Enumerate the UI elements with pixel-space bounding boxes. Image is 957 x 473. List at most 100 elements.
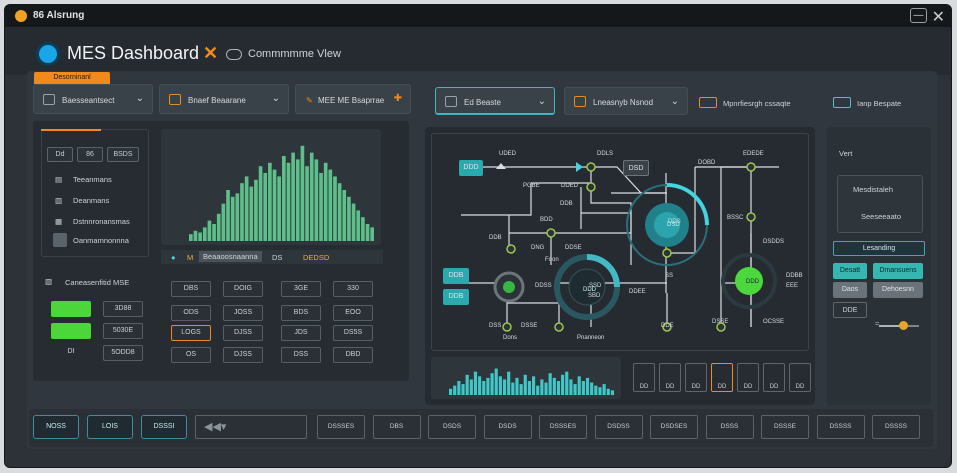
preview-cell[interactable]: DD bbox=[789, 363, 811, 392]
chart-bar bbox=[527, 381, 531, 395]
footer-button[interactable]: DBS bbox=[372, 415, 421, 439]
wrench-icon: ✎ bbox=[306, 96, 313, 105]
process-diagram bbox=[461, 162, 779, 332]
preview-cell[interactable]: DD bbox=[763, 363, 785, 392]
grid-cell: EOO bbox=[333, 305, 373, 321]
chip-2[interactable]: 86 bbox=[77, 147, 103, 162]
toolbar-label-6[interactable]: Mpnrfiesrgh cssaqte bbox=[723, 99, 791, 108]
legend-m: M bbox=[187, 253, 194, 262]
green-status-1[interactable] bbox=[51, 301, 91, 317]
footer-button[interactable]: DSDS bbox=[483, 415, 532, 439]
close-tab-icon[interactable]: ✕ bbox=[203, 43, 218, 64]
action-button-1[interactable]: Desatt bbox=[833, 263, 867, 279]
footer-button[interactable]: DSSSES bbox=[317, 415, 365, 439]
dropdown-5-label: Lneasnyb Nsnod bbox=[593, 98, 654, 107]
action-button-4[interactable]: Dehoesnn bbox=[873, 282, 923, 298]
chart-bar bbox=[226, 190, 230, 241]
table-cell: 3D88 bbox=[103, 301, 143, 317]
dropdown-1[interactable]: Baesseantsect ⌄ bbox=[33, 84, 153, 114]
monitor-icon bbox=[699, 97, 717, 108]
preview-cell[interactable]: DD bbox=[685, 363, 707, 392]
dropdown-2[interactable]: Bnaef Beaarane ⌄ bbox=[159, 84, 289, 114]
chart-bar bbox=[561, 374, 565, 395]
preview-cell[interactable]: DD bbox=[711, 363, 733, 392]
chart-bar bbox=[361, 217, 365, 241]
node-label: OCSSE bbox=[763, 319, 785, 325]
grid-cell: DJSS bbox=[223, 347, 263, 363]
footer-button[interactable]: DSDSS bbox=[594, 415, 643, 439]
chart-bar bbox=[221, 203, 226, 241]
chart-bar bbox=[309, 152, 314, 241]
slider-knob[interactable] bbox=[899, 321, 908, 330]
chevron-down-icon: ⌄ bbox=[537, 96, 546, 107]
node-label: UDED bbox=[499, 151, 517, 157]
footer-button[interactable]: LOIS bbox=[87, 415, 133, 439]
diag-node-b[interactable]: DDB bbox=[443, 289, 469, 305]
chart-bar bbox=[606, 388, 610, 395]
menu-icon: ▦ bbox=[55, 217, 63, 226]
footer-button[interactable]: DSSSES bbox=[539, 415, 587, 439]
toolbar-label-7[interactable]: Ianp Bespate bbox=[857, 99, 901, 108]
grid-icon bbox=[43, 94, 55, 105]
close-button[interactable]: ✕ bbox=[932, 7, 945, 27]
chip-1[interactable]: Dd bbox=[47, 147, 73, 162]
chart-bar bbox=[230, 196, 235, 241]
app-logo-icon bbox=[15, 10, 27, 22]
action-button-5[interactable]: DDE bbox=[833, 302, 867, 318]
menu-item-1[interactable]: Teeanmans bbox=[73, 175, 112, 184]
chip-3[interactable]: BSDS bbox=[107, 147, 139, 162]
window-title: 86 Alsrung bbox=[33, 10, 85, 21]
dropdown-3[interactable]: ✎ MEE ME Bsaprrae ✚ bbox=[295, 84, 411, 114]
chart-bar bbox=[263, 173, 268, 241]
grid-cell: DBD bbox=[333, 347, 373, 363]
menu-icon: ▤ bbox=[55, 175, 63, 184]
action-button-3[interactable]: Daos bbox=[833, 282, 867, 298]
chart-bar bbox=[502, 379, 507, 395]
footer-button[interactable]: NOSS bbox=[33, 415, 79, 439]
chart-bar bbox=[532, 376, 536, 395]
footer-button[interactable]: DSSSS bbox=[872, 415, 920, 439]
menu-item-4[interactable]: Oanmamnonnna bbox=[73, 236, 129, 245]
footer-button[interactable]: DSDSES bbox=[650, 415, 698, 439]
chart-bar bbox=[295, 159, 300, 241]
node-label: SBD bbox=[588, 293, 601, 299]
footer-button[interactable]: DSSS bbox=[705, 415, 754, 439]
chart-bar bbox=[490, 373, 494, 395]
menu-item-3[interactable]: Dstnnronansmas bbox=[73, 217, 130, 226]
grid-cell: 330 bbox=[333, 281, 373, 297]
tab-active[interactable]: Lesanding bbox=[833, 241, 925, 256]
slider-track[interactable] bbox=[879, 321, 919, 330]
diag-node-top[interactable]: DSD bbox=[623, 160, 649, 176]
dropdown-5[interactable]: Lneasnyb Nsnod ⌄ bbox=[564, 87, 688, 115]
node-label: DSSE bbox=[712, 319, 729, 325]
chart-bar bbox=[552, 377, 556, 395]
node-label: EDEDE bbox=[743, 151, 764, 157]
dropdown-4-label: Ed Beaste bbox=[464, 98, 501, 107]
node-label: DDLS bbox=[597, 151, 614, 157]
dropdown-4[interactable]: Ed Beaste ⌄ bbox=[435, 87, 555, 115]
chart-bar bbox=[323, 162, 328, 241]
media-controls[interactable]: ◀◀▾ bbox=[195, 415, 307, 439]
title-bar: 86 Alsrung — ✕ bbox=[5, 5, 951, 27]
preview-cell[interactable]: DD bbox=[633, 363, 655, 392]
diag-node-a[interactable]: DDB bbox=[443, 268, 469, 284]
footer-button[interactable]: DSSSE bbox=[761, 415, 809, 439]
menu-item-2[interactable]: Deanmans bbox=[73, 196, 109, 205]
preview-cell[interactable]: DD bbox=[737, 363, 759, 392]
footer-button[interactable]: DSSSI bbox=[141, 415, 187, 439]
minimize-button[interactable]: — bbox=[910, 8, 927, 23]
preview-cell[interactable]: DD bbox=[659, 363, 681, 392]
grid-cell: DJSS bbox=[223, 325, 263, 341]
footer-button[interactable]: DSSSS bbox=[816, 415, 865, 439]
footer-button[interactable]: DSDS bbox=[428, 415, 476, 439]
grid-cell: BDS bbox=[281, 305, 321, 321]
chart-bar bbox=[328, 169, 333, 241]
chart-bar bbox=[365, 224, 370, 241]
node-label: DOBD bbox=[698, 160, 716, 166]
node-label: Foon bbox=[545, 257, 559, 263]
green-status-2[interactable] bbox=[51, 323, 91, 339]
grid-cell: JDS bbox=[281, 325, 321, 341]
action-button-2[interactable]: Dmansuens bbox=[873, 263, 923, 279]
diag-node-left[interactable]: DDD bbox=[459, 160, 483, 176]
view-label[interactable]: Commmmme Vlew bbox=[248, 48, 341, 60]
